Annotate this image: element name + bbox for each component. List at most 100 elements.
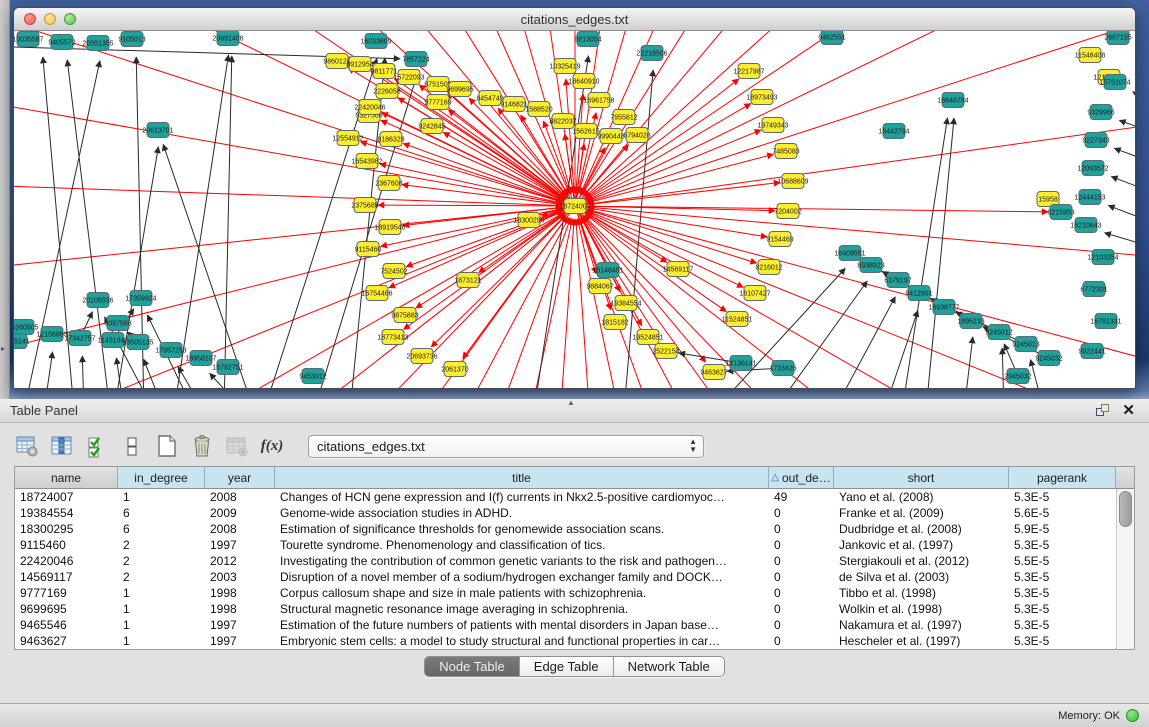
cell-short[interactable]: Franke et al. (2009) <box>834 505 1009 521</box>
table-body[interactable]: 1872400712008Changes of HCN gene express… <box>15 489 1134 649</box>
cell-pagerank[interactable]: 5.3E-5 <box>1009 633 1116 649</box>
cell-year[interactable]: 2012 <box>205 553 275 569</box>
table-row[interactable]: 1938455462009Genome-wide association stu… <box>15 505 1134 521</box>
scrollbar-thumb[interactable] <box>1119 491 1132 527</box>
cell-pagerank[interactable]: 5.3E-5 <box>1009 569 1116 585</box>
select-all-icon[interactable] <box>84 433 110 459</box>
table-row[interactable]: 1830029562008Estimation of significance … <box>15 521 1134 537</box>
function-builder-icon[interactable]: f(x) <box>259 433 285 459</box>
cell-name[interactable]: 9465546 <box>15 617 118 633</box>
cell-short[interactable]: Hescheler et al. (1997) <box>834 633 1009 649</box>
column-header-year[interactable]: year <box>205 467 275 488</box>
cell-pagerank[interactable]: 5.5E-5 <box>1009 553 1116 569</box>
cell-in_degree[interactable]: 1 <box>118 633 205 649</box>
cell-short[interactable]: Wolkin et al. (1998) <box>834 601 1009 617</box>
cell-name[interactable]: 18300295 <box>15 521 118 537</box>
cell-year[interactable]: 2008 <box>205 489 275 505</box>
close-icon[interactable]: ✕ <box>1122 404 1135 418</box>
cell-title[interactable]: Changes of HCN gene expression and I(f) … <box>275 489 769 505</box>
cell-title[interactable]: Corpus callosum shape and size in male p… <box>275 585 769 601</box>
column-header-in_degree[interactable]: in_degree <box>118 467 205 488</box>
cell-pagerank[interactable]: 5.3E-5 <box>1009 489 1116 505</box>
cell-pagerank[interactable]: 5.9E-5 <box>1009 521 1116 537</box>
cell-in_degree[interactable]: 1 <box>118 585 205 601</box>
cell-pagerank[interactable]: 5.3E-5 <box>1009 601 1116 617</box>
cell-year[interactable]: 2009 <box>205 505 275 521</box>
cell-short[interactable]: de Silva et al. (2003) <box>834 569 1009 585</box>
cell-year[interactable]: 2008 <box>205 521 275 537</box>
close-window-icon[interactable] <box>24 13 36 25</box>
table-panel-titlebar[interactable]: ▲ Table Panel ✕ <box>0 399 1149 423</box>
cell-name[interactable]: 9699695 <box>15 601 118 617</box>
cell-out_de[interactable]: 0 <box>769 537 834 553</box>
cell-pagerank[interactable]: 5.3E-5 <box>1009 585 1116 601</box>
new-table-icon[interactable] <box>154 433 180 459</box>
zoom-window-icon[interactable] <box>64 13 76 25</box>
column-header-short[interactable]: short <box>834 467 1009 488</box>
cell-out_de[interactable]: 0 <box>769 569 834 585</box>
cell-in_degree[interactable]: 6 <box>118 521 205 537</box>
cell-title[interactable]: Estimation of significance thresholds fo… <box>275 521 769 537</box>
column-header-name[interactable]: name <box>15 467 118 488</box>
network-window[interactable]: citations_edges.txt 18724007222605893275… <box>13 7 1136 389</box>
cell-in_degree[interactable]: 6 <box>118 505 205 521</box>
cell-in_degree[interactable]: 2 <box>118 569 205 585</box>
delete-table-icon[interactable] <box>224 433 250 459</box>
cell-year[interactable]: 1998 <box>205 601 275 617</box>
minimize-window-icon[interactable] <box>44 13 56 25</box>
cell-name[interactable]: 9777169 <box>15 585 118 601</box>
cell-year[interactable]: 2003 <box>205 569 275 585</box>
expand-panel-arrow-icon[interactable]: ▸ <box>1 344 5 353</box>
table-header-row[interactable]: namein_degreeyeartitle△out_de…shortpager… <box>15 467 1134 489</box>
cell-in_degree[interactable]: 1 <box>118 601 205 617</box>
cell-short[interactable]: Jankovic et al. (1997) <box>834 537 1009 553</box>
tab-edge-table[interactable]: Edge Table <box>520 657 614 676</box>
cell-name[interactable]: 22420046 <box>15 553 118 569</box>
cell-name[interactable]: 18724007 <box>15 489 118 505</box>
table-row[interactable]: 911546021997Tourette syndrome. Phenomeno… <box>15 537 1134 553</box>
cell-in_degree[interactable]: 1 <box>118 617 205 633</box>
cell-title[interactable]: Disruption of a novel member of a sodium… <box>275 569 769 585</box>
cell-in_degree[interactable]: 2 <box>118 537 205 553</box>
show-columns-icon[interactable] <box>49 433 75 459</box>
cell-name[interactable]: 14569117 <box>15 569 118 585</box>
cell-year[interactable]: 1997 <box>205 537 275 553</box>
cell-in_degree[interactable]: 2 <box>118 553 205 569</box>
cell-title[interactable]: Investigating the contribution of common… <box>275 553 769 569</box>
cell-pagerank[interactable]: 5.3E-5 <box>1009 537 1116 553</box>
cell-short[interactable]: Stergiakouli et al. (2012) <box>834 553 1009 569</box>
table-row[interactable]: 946554611997Estimation of the future num… <box>15 617 1134 633</box>
cell-title[interactable]: Genome-wide association studies in ADHD. <box>275 505 769 521</box>
table-row[interactable]: 969969511998Structural magnetic resonanc… <box>15 601 1134 617</box>
unselect-all-icon[interactable] <box>119 433 145 459</box>
column-header-out_de[interactable]: △out_de… <box>769 467 834 488</box>
cell-name[interactable]: 9115460 <box>15 537 118 553</box>
cell-title[interactable]: Structural magnetic resonance image aver… <box>275 601 769 617</box>
column-header-title[interactable]: title <box>275 467 769 488</box>
table-select-dropdown[interactable]: citations_edges.txt ▲▼ <box>308 435 704 458</box>
table-row[interactable]: 977716911998Corpus callosum shape and si… <box>15 585 1134 601</box>
network-canvas[interactable]: 1872400722260589327508818632816543982236… <box>14 31 1135 388</box>
cell-name[interactable]: 9463627 <box>15 633 118 649</box>
cell-year[interactable]: 1997 <box>205 617 275 633</box>
cell-title[interactable]: Tourette syndrome. Phenomenology and cla… <box>275 537 769 553</box>
cell-year[interactable]: 1997 <box>205 633 275 649</box>
table-settings-icon[interactable] <box>14 433 40 459</box>
cell-out_de[interactable]: 0 <box>769 553 834 569</box>
cell-in_degree[interactable]: 1 <box>118 489 205 505</box>
tab-network-table[interactable]: Network Table <box>614 657 724 676</box>
cell-out_de[interactable]: 0 <box>769 601 834 617</box>
delete-rows-icon[interactable] <box>189 433 215 459</box>
table-row[interactable]: 1872400712008Changes of HCN gene express… <box>15 489 1134 505</box>
cell-out_de[interactable]: 0 <box>769 505 834 521</box>
cell-short[interactable]: Yano et al. (2008) <box>834 489 1009 505</box>
splitter-grip-icon[interactable]: ▲ <box>567 398 575 407</box>
cell-out_de[interactable]: 0 <box>769 521 834 537</box>
cell-out_de[interactable]: 49 <box>769 489 834 505</box>
memory-status-indicator-icon[interactable] <box>1126 709 1139 722</box>
cell-title[interactable]: Estimation of the future numbers of pati… <box>275 617 769 633</box>
left-panel-gutter[interactable]: ▸ <box>0 0 10 399</box>
table-vertical-scrollbar[interactable] <box>1116 489 1134 649</box>
table-row[interactable]: 2242004622012Investigating the contribut… <box>15 553 1134 569</box>
cell-short[interactable]: Tibbo et al. (1998) <box>834 585 1009 601</box>
